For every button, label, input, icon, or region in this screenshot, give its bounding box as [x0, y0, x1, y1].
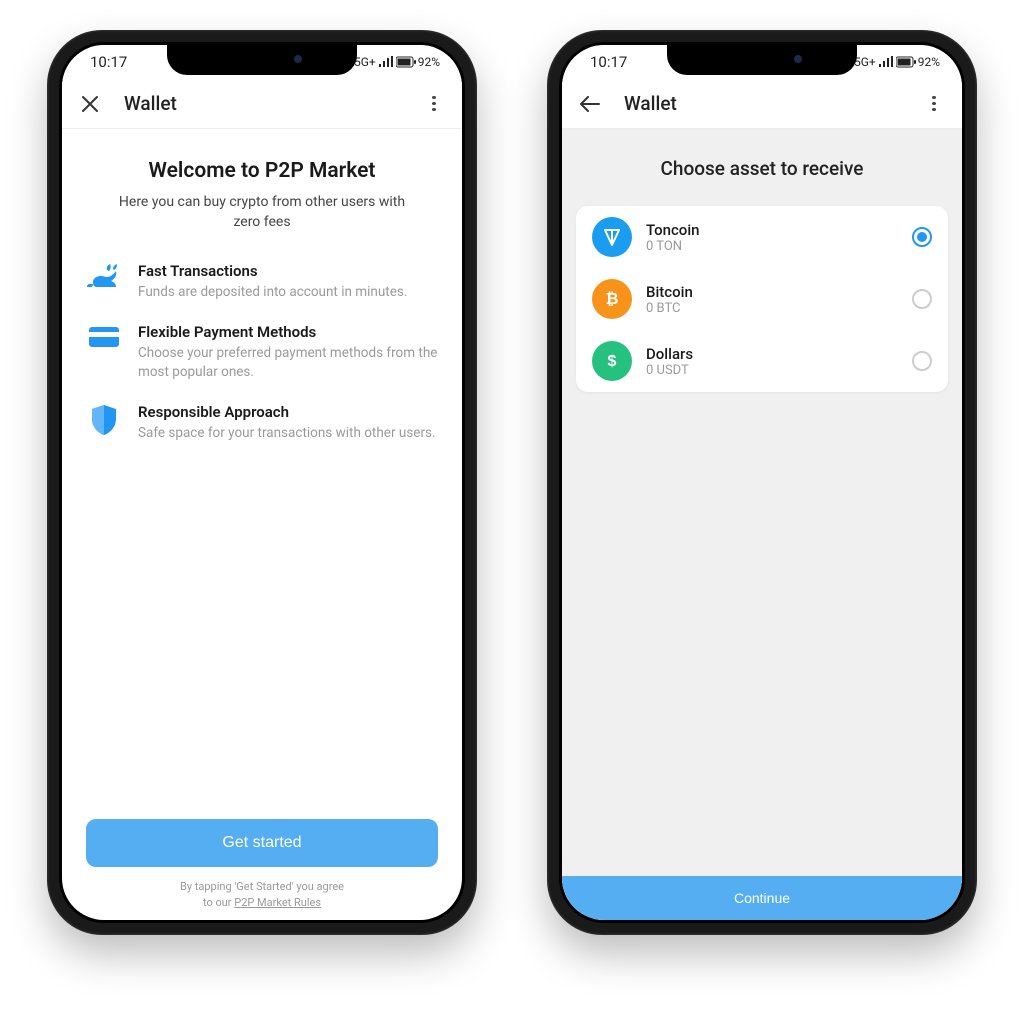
asset-name: Toncoin [646, 221, 912, 239]
feature-item: Responsible Approach Safe space for your… [86, 403, 438, 442]
rabbit-icon [86, 262, 122, 298]
battery-icon [396, 56, 416, 68]
feature-item: Fast Transactions Funds are deposited in… [86, 262, 438, 301]
feature-title: Flexible Payment Methods [138, 323, 438, 341]
more-icon[interactable] [922, 92, 946, 116]
svg-text:₿: ₿ [605, 290, 618, 308]
radio-unselected-icon[interactable] [912, 351, 932, 371]
feature-title: Fast Transactions [138, 262, 407, 280]
asset-name: Bitcoin [646, 283, 912, 301]
feature-desc: Funds are deposited into account in minu… [138, 283, 407, 301]
phone-notch [667, 45, 857, 75]
battery-icon [896, 56, 916, 68]
card-icon [86, 323, 122, 359]
bitcoin-icon: ₿ [592, 279, 632, 319]
status-time: 10:17 [90, 53, 127, 71]
get-started-button[interactable]: Get started [86, 819, 438, 867]
signal-icon [378, 56, 394, 68]
phone-mockup-left: 10:17 5G+ 92% Wallet Welcome to P2P [47, 30, 477, 935]
header-title: Wallet [624, 92, 922, 115]
status-right: 5G+ 92% [354, 55, 440, 69]
svg-text:$: $ [608, 353, 617, 370]
continue-button[interactable]: Continue [562, 876, 962, 920]
more-icon[interactable] [422, 92, 446, 116]
asset-balance: 0 TON [646, 239, 912, 254]
feature-item: Flexible Payment Methods Choose your pre… [86, 323, 438, 380]
rules-link[interactable]: P2P Market Rules [234, 896, 321, 909]
asset-list: Toncoin 0 TON ₿ Bitcoin 0 BTC [576, 206, 948, 392]
radio-selected-icon[interactable] [912, 227, 932, 247]
phone-mockup-right: 10:17 5G+ 92% Wallet Choose asset to [547, 30, 977, 935]
close-icon[interactable] [78, 92, 102, 116]
radio-unselected-icon[interactable] [912, 289, 932, 309]
dollar-icon: $ [592, 341, 632, 381]
status-right: 5G+ 92% [854, 55, 940, 69]
back-icon[interactable] [578, 92, 602, 116]
asset-row-bitcoin[interactable]: ₿ Bitcoin 0 BTC [576, 268, 948, 330]
signal-icon [878, 56, 894, 68]
toncoin-icon [592, 217, 632, 257]
header-title: Wallet [124, 92, 422, 115]
feature-title: Responsible Approach [138, 403, 436, 421]
choose-asset-content: Choose asset to receive Toncoin 0 TON [562, 129, 962, 920]
asset-balance: 0 BTC [646, 301, 912, 316]
welcome-subtitle: Here you can buy crypto from other users… [86, 193, 438, 232]
status-time: 10:17 [590, 53, 627, 71]
feature-desc: Choose your preferred payment methods fr… [138, 344, 438, 380]
asset-balance: 0 USDT [646, 363, 912, 378]
asset-name: Dollars [646, 345, 912, 363]
phone-notch [167, 45, 357, 75]
welcome-content: Welcome to P2P Market Here you can buy c… [62, 129, 462, 920]
welcome-title: Welcome to P2P Market [86, 159, 438, 183]
shield-icon [86, 403, 122, 439]
app-header: Wallet [562, 79, 962, 129]
app-header: Wallet [62, 79, 462, 129]
disclaimer-text: By tapping 'Get Started' you agree to ou… [86, 879, 438, 910]
asset-row-dollars[interactable]: $ Dollars 0 USDT [576, 330, 948, 392]
feature-desc: Safe space for your transactions with ot… [138, 424, 436, 442]
asset-row-toncoin[interactable]: Toncoin 0 TON [576, 206, 948, 268]
choose-asset-title: Choose asset to receive [562, 129, 962, 206]
